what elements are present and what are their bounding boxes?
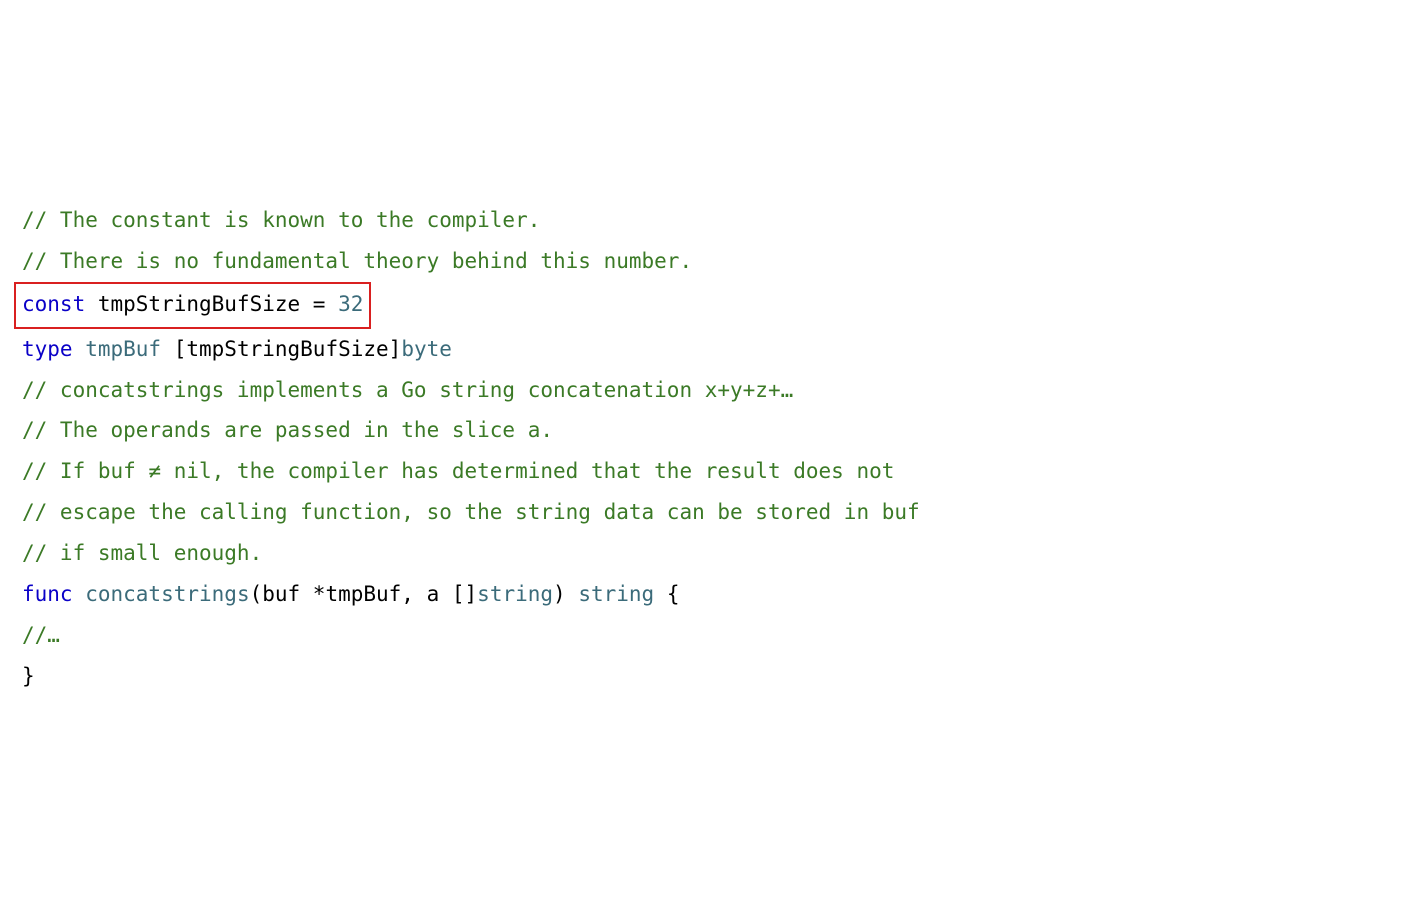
- comment-line-7: // if small enough.: [22, 533, 1422, 574]
- const-identifier: tmpStringBufSize: [85, 292, 313, 316]
- comment-text: // concatstrings implements a Go string …: [22, 378, 793, 402]
- comment-text: // The constant is known to the compiler…: [22, 208, 540, 232]
- comment-text: // If buf ≠ nil, the compiler has determ…: [22, 459, 894, 483]
- highlight-box: const tmpStringBufSize = 32: [14, 282, 371, 329]
- comment-text: // The operands are passed in the slice …: [22, 418, 553, 442]
- const-value: 32: [338, 292, 363, 316]
- return-type: string: [578, 582, 654, 606]
- type-identifier: tmpBuf: [73, 337, 162, 361]
- comment-line-3: // concatstrings implements a Go string …: [22, 370, 1422, 411]
- type-body: [tmpStringBufSize]: [161, 337, 401, 361]
- type-decl-line: type tmpBuf [tmpStringBufSize]byte: [22, 329, 1422, 370]
- byte-type: byte: [401, 337, 452, 361]
- keyword-type: type: [22, 337, 73, 361]
- const-decl-line: const tmpStringBufSize = 32: [22, 282, 1422, 329]
- keyword-const: const: [22, 292, 85, 316]
- comment-line-6: // escape the calling function, so the s…: [22, 492, 1422, 533]
- comment-text: //…: [22, 623, 60, 647]
- params-mid: ): [553, 582, 578, 606]
- brace-open: {: [654, 582, 679, 606]
- keyword-func: func: [22, 582, 73, 606]
- comment-line-2: // There is no fundamental theory behind…: [22, 241, 1422, 282]
- func-decl-line: func concatstrings(buf *tmpBuf, a []stri…: [22, 574, 1422, 615]
- comment-line-8: //…: [22, 615, 1422, 656]
- comment-line-5: // If buf ≠ nil, the compiler has determ…: [22, 451, 1422, 492]
- comment-text: // if small enough.: [22, 541, 262, 565]
- string-type: string: [477, 582, 553, 606]
- brace-close: }: [22, 664, 35, 688]
- comment-line-4: // The operands are passed in the slice …: [22, 410, 1422, 451]
- func-identifier: concatstrings: [73, 582, 250, 606]
- comment-text: // There is no fundamental theory behind…: [22, 249, 692, 273]
- brace-close-line: }: [22, 656, 1422, 697]
- comment-line-1: // The constant is known to the compiler…: [22, 200, 1422, 241]
- comment-text: // escape the calling function, so the s…: [22, 500, 920, 524]
- equals-sign: =: [313, 292, 338, 316]
- params-open: (buf *tmpBuf, a []: [250, 582, 478, 606]
